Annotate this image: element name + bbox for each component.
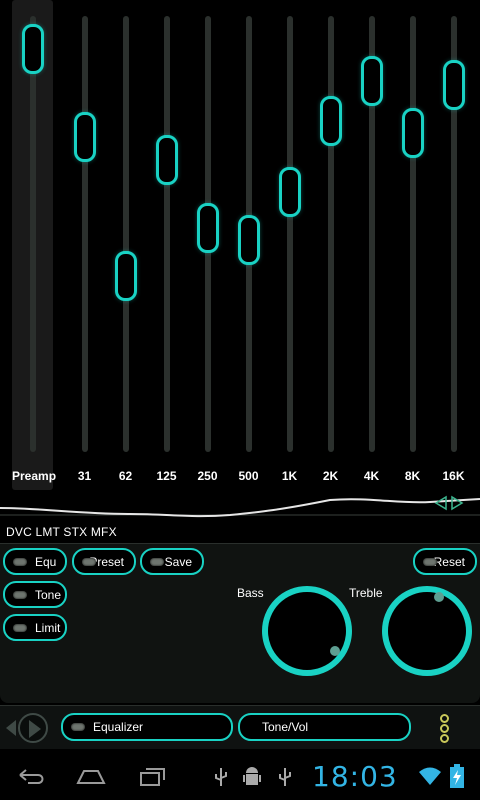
band-label: Preamp (12, 469, 57, 483)
slider-thumb[interactable] (278, 167, 301, 218)
tone-label: Tone (35, 587, 62, 602)
back-icon[interactable] (16, 765, 48, 787)
save-button[interactable]: Save (140, 548, 204, 575)
slider-thumb[interactable] (237, 214, 260, 265)
tab-equalizer[interactable]: Equalizer (61, 713, 233, 741)
preset-button[interactable]: Preset (72, 548, 136, 575)
usb-icon (279, 768, 291, 786)
band-500: 500 (228, 0, 269, 490)
menu-dots-icon[interactable] (440, 714, 450, 744)
treble-knob[interactable] (382, 586, 472, 676)
band-label: 2K (322, 469, 339, 483)
usb-icon (215, 768, 227, 786)
slider-thumb[interactable] (442, 59, 465, 110)
tab-equalizer-label: Equalizer (93, 720, 144, 734)
slider-track[interactable] (81, 16, 88, 452)
equ-toggle[interactable]: Equ (3, 548, 67, 575)
slider-thumb[interactable] (360, 55, 383, 106)
equ-label: Equ (35, 554, 57, 569)
led-icon (150, 558, 164, 566)
battery-charging-icon (450, 764, 464, 788)
reset-label: Reset (433, 554, 465, 569)
slider-track[interactable] (29, 16, 36, 452)
slider-track[interactable] (286, 16, 293, 452)
effects-line[interactable]: DVC LMT STX MFX (6, 525, 117, 539)
reset-button[interactable]: Reset (413, 548, 477, 575)
slider-track[interactable] (327, 16, 334, 452)
treble-label: Treble (349, 586, 383, 600)
band-2k: 2K (310, 0, 351, 490)
band-preamp: Preamp (12, 0, 57, 490)
system-bar (0, 751, 480, 800)
slider-thumb[interactable] (155, 135, 178, 186)
slider-thumb[interactable] (319, 95, 342, 146)
curve-line (0, 498, 480, 518)
android-debug-icon (243, 767, 261, 785)
band-125: 125 (146, 0, 187, 490)
band-1k: 1K (269, 0, 310, 490)
led-icon (71, 723, 85, 731)
knob-indicator (434, 592, 444, 602)
band-250: 250 (187, 0, 228, 490)
tone-toggle[interactable]: Tone (3, 581, 67, 608)
tab-tone-vol-label: Tone/Vol (262, 720, 309, 734)
slider-track[interactable] (409, 16, 416, 452)
slider-thumb[interactable] (21, 23, 44, 74)
band-label: 250 (197, 469, 218, 483)
limit-label: Limit (35, 620, 61, 635)
arrows-icon[interactable] (434, 495, 464, 511)
play-button[interactable] (18, 713, 48, 743)
led-icon (13, 557, 27, 566)
slider-thumb[interactable] (73, 111, 96, 162)
band-label: 62 (118, 469, 133, 483)
band-4k: 4K (351, 0, 392, 490)
slider-thumb[interactable] (196, 203, 219, 254)
equalizer-panel: Preamp 31 62 125 250 500 1K 2K 4K 8K 16K (0, 0, 480, 490)
frequency-curve (0, 490, 480, 520)
led-icon (13, 590, 27, 599)
band-label: 8K (404, 469, 421, 483)
save-label: Save (164, 554, 192, 569)
band-31: 31 (64, 0, 105, 490)
knob-indicator (330, 646, 340, 656)
home-icon[interactable] (76, 765, 106, 787)
slider-track[interactable] (122, 16, 129, 452)
bass-knob[interactable] (262, 586, 352, 676)
slider-thumb[interactable] (114, 250, 137, 301)
slider-thumb[interactable] (401, 107, 424, 158)
led-icon (13, 623, 27, 632)
band-8k: 8K (392, 0, 433, 490)
band-62: 62 (105, 0, 146, 490)
band-label: 16K (442, 469, 465, 483)
led-icon (82, 558, 96, 566)
wifi-icon (419, 767, 441, 785)
band-label: 31 (77, 469, 92, 483)
band-label: 125 (156, 469, 177, 483)
led-icon (423, 558, 437, 566)
limit-toggle[interactable]: Limit (3, 614, 67, 641)
band-label: 500 (238, 469, 259, 483)
previous-icon[interactable] (6, 720, 16, 736)
band-16k: 16K (433, 0, 474, 490)
slider-track[interactable] (163, 16, 170, 452)
clock: 18:03 (312, 760, 398, 793)
tab-tone-vol[interactable]: Tone/Vol (238, 713, 411, 741)
recent-apps-icon[interactable] (137, 765, 167, 787)
band-label: 4K (363, 469, 380, 483)
band-label: 1K (281, 469, 298, 483)
bass-label: Bass (237, 586, 264, 600)
